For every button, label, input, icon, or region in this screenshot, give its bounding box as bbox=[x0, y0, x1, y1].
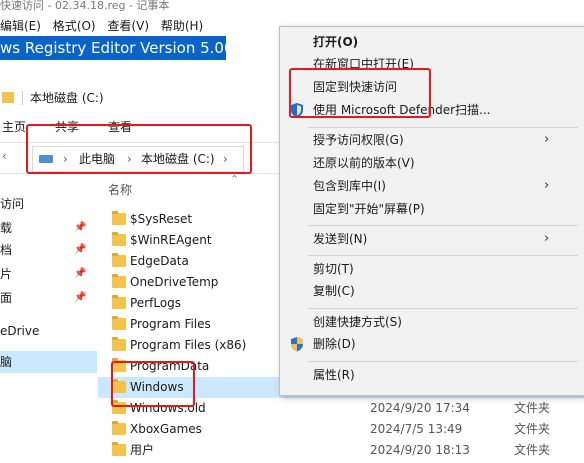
menu-item-copy[interactable]: 复制(C) bbox=[280, 280, 584, 302]
navigation-pane: 访问 载 📌 档 📌 片 📌 面 📌 eDrive 脑 bbox=[0, 175, 97, 463]
nav-downloads[interactable]: 载 📌 bbox=[0, 217, 97, 239]
column-header-name[interactable]: 名称 bbox=[108, 181, 132, 198]
folder-icon bbox=[112, 211, 126, 225]
nav-this-pc[interactable]: 脑 bbox=[0, 351, 97, 373]
folder-icon bbox=[112, 316, 126, 330]
menu-item-include-library[interactable]: 包含到库中(I) › bbox=[280, 175, 584, 197]
menu-separator bbox=[308, 361, 578, 362]
notepad-selected-text[interactable]: ws Registry Editor Version 5.00 bbox=[0, 36, 226, 60]
pin-icon: 📌 bbox=[74, 292, 87, 303]
nav-quick-access[interactable]: 访问 bbox=[0, 193, 97, 215]
nav-documents[interactable]: 档 📌 bbox=[0, 239, 97, 261]
menu-separator bbox=[308, 127, 578, 128]
menu-item-restore-previous[interactable]: 还原以前的版本(V) bbox=[280, 152, 584, 174]
annotation-box-pin-quick-access bbox=[289, 68, 431, 118]
menu-item-open[interactable]: 打开(O) bbox=[280, 31, 584, 53]
menu-separator bbox=[308, 225, 578, 226]
nav-onedrive[interactable]: eDrive bbox=[0, 320, 97, 342]
menu-separator bbox=[308, 308, 578, 309]
tab-home[interactable]: 主页 bbox=[2, 112, 26, 142]
chevron-left-icon[interactable]: ‹ bbox=[2, 149, 7, 163]
annotation-box-breadcrumb bbox=[26, 124, 252, 174]
folder-icon bbox=[112, 442, 126, 456]
nav-desktop[interactable]: 面 📌 bbox=[0, 287, 97, 309]
table-row[interactable]: 用户 2024/9/20 18:13 文件夹 bbox=[98, 440, 584, 461]
folder-icon bbox=[112, 274, 126, 288]
menu-item-create-shortcut[interactable]: 创建快捷方式(S) bbox=[280, 311, 584, 333]
folder-icon bbox=[112, 337, 126, 351]
explorer-title: 本地磁盘 (C:) bbox=[30, 91, 104, 105]
pin-icon: 📌 bbox=[74, 222, 87, 233]
folder-icon bbox=[112, 295, 126, 309]
menu-item-pin-start[interactable]: 固定到"开始"屏幕(P) bbox=[280, 198, 584, 220]
menu-item-cut[interactable]: 剪切(T) bbox=[280, 258, 584, 280]
menu-view[interactable]: 查看(V) bbox=[107, 19, 149, 33]
uac-shield-icon bbox=[291, 337, 303, 352]
menu-item-properties[interactable]: 属性(R) bbox=[280, 364, 584, 386]
menu-item-grant-access[interactable]: 授予访问权限(G) › bbox=[280, 129, 584, 151]
nav-pictures[interactable]: 片 📌 bbox=[0, 263, 97, 285]
folder-icon bbox=[112, 421, 126, 435]
menu-help[interactable]: 帮助(H) bbox=[161, 19, 203, 33]
menu-edit[interactable]: 编辑(E) bbox=[0, 19, 41, 33]
menu-format[interactable]: 格式(O) bbox=[53, 19, 96, 33]
chevron-right-icon: › bbox=[544, 178, 550, 193]
chevron-right-icon: › bbox=[544, 132, 550, 147]
chevron-up-icon[interactable]: ⌃ bbox=[230, 173, 239, 186]
title-divider bbox=[22, 91, 23, 105]
notepad-title-bar: 快速访问 - 02.34.18.reg - 记事本 bbox=[0, 0, 584, 16]
folder-icon bbox=[112, 253, 126, 267]
chevron-right-icon: › bbox=[544, 231, 550, 246]
notepad-title: 快速访问 - 02.34.18.reg - 记事本 bbox=[0, 0, 170, 12]
menu-separator bbox=[308, 255, 578, 256]
annotation-box-windows bbox=[111, 361, 195, 407]
menu-item-delete[interactable]: 删除(D) bbox=[280, 333, 584, 355]
pin-icon: 📌 bbox=[74, 268, 87, 279]
folder-icon bbox=[2, 92, 14, 103]
menu-item-send-to[interactable]: 发送到(N) › bbox=[280, 228, 584, 250]
pin-icon: 📌 bbox=[74, 244, 87, 255]
folder-icon bbox=[112, 232, 126, 246]
table-row[interactable]: XboxGames 2024/7/5 13:49 文件夹 bbox=[98, 419, 584, 440]
